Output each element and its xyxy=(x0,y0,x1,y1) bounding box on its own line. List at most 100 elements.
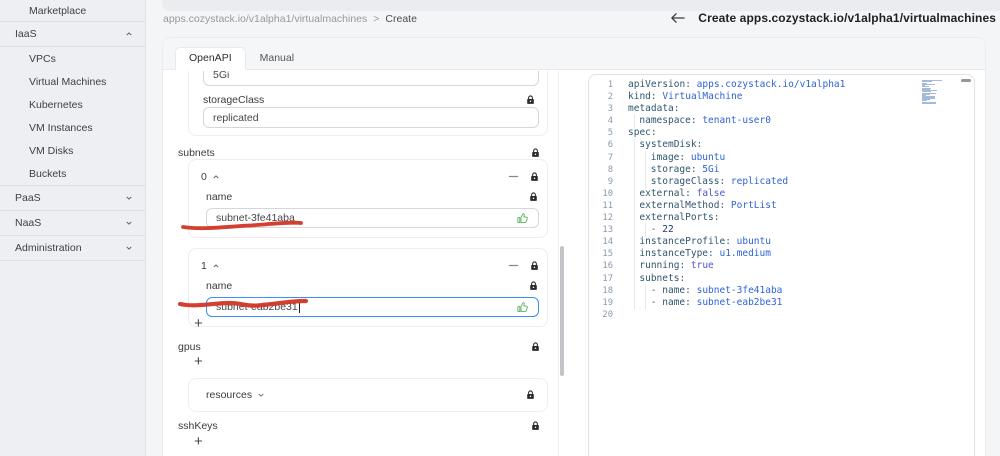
sidebar-item-buckets[interactable]: Buckets xyxy=(0,162,145,185)
sidebar-item-label: VM Instances xyxy=(29,121,93,134)
sidebar-item-vm-disks[interactable]: VM Disks xyxy=(0,139,145,162)
remove-item-button[interactable] xyxy=(508,260,519,271)
code-line: 12 externalPorts: xyxy=(589,211,974,226)
resources-label: resources xyxy=(206,389,253,401)
resources-collapsed-card[interactable]: resources xyxy=(188,378,548,412)
sidebar-item-label: VPCs xyxy=(29,52,56,65)
chevron-down-icon xyxy=(125,244,133,252)
breadcrumb-current: Create xyxy=(385,13,417,25)
subnet-item-index: 0 xyxy=(201,170,207,183)
sidebar-item-label: Kubernetes xyxy=(29,98,83,111)
code-line: 10 external: false xyxy=(589,186,974,201)
lock-icon[interactable] xyxy=(531,421,540,431)
storage-class-input[interactable]: replicated xyxy=(203,107,539,128)
add-subnet-button[interactable]: + xyxy=(194,316,203,331)
openapi-form-panel: 5Gi storageClass replicated subnets 0 na… xyxy=(163,71,559,456)
code-line: 6 systemDisk: xyxy=(589,138,974,153)
chevron-down-icon xyxy=(257,391,265,399)
tab-openapi[interactable]: OpenAPI xyxy=(175,47,246,70)
subnet-name-label: name xyxy=(206,191,233,203)
code-line: 16 running: true xyxy=(589,259,974,274)
sidebar-item-label: Buckets xyxy=(29,167,67,180)
sshkeys-label: sshKeys xyxy=(178,420,218,432)
storage-input[interactable]: 5Gi xyxy=(203,71,539,86)
editor-minimap xyxy=(922,80,948,105)
code-line: 18- name: subnet-3fe41aba xyxy=(589,283,974,298)
gpus-label: gpus xyxy=(178,341,201,353)
subnet-name-label: name xyxy=(206,280,233,292)
lock-icon[interactable] xyxy=(531,148,540,158)
sshkeys-section-header: sshKeys xyxy=(178,420,540,432)
chevron-up-icon xyxy=(212,262,220,270)
back-arrow-icon[interactable] xyxy=(670,12,686,24)
code-line: 8 storage: 5Gi xyxy=(589,162,974,177)
sidebar-item-label: Marketplace xyxy=(29,4,87,17)
code-lines: 1 apiVersion: apps.cozystack.io/v1alpha1 2… xyxy=(589,79,974,321)
subnet-item-card: 1 name subnet-eab2be31 xyxy=(188,248,548,327)
subnet-item-header[interactable]: 1 xyxy=(201,258,539,273)
add-gpu-button[interactable]: + xyxy=(194,354,203,369)
code-line: 14 instanceProfile: ubuntu xyxy=(589,235,974,250)
sidebar-item-vpcs[interactable]: VPCs xyxy=(0,47,145,70)
form-scrollbar-thumb[interactable] xyxy=(560,246,564,376)
chevron-down-icon xyxy=(125,219,133,227)
remove-item-button[interactable] xyxy=(508,171,519,182)
sidebar-item-label: Virtual Machines xyxy=(29,75,107,88)
sidebar-item-iaas[interactable]: IaaS xyxy=(0,22,145,46)
subnet-item-index: 1 xyxy=(201,259,207,272)
subnets-label: subnets xyxy=(178,147,215,159)
top-toolbar-remnant xyxy=(162,0,1000,11)
storage-class-label: storageClass xyxy=(203,94,265,106)
sidebar: Marketplace IaaS VPCs Virtual Machines Kuber… xyxy=(0,0,146,456)
sidebar-nav: Marketplace IaaS VPCs Virtual Machines Kuber… xyxy=(0,0,145,261)
code-line: 3 metadata: xyxy=(607,103,680,115)
code-line: 4 namespace: tenant-user0 xyxy=(589,114,974,129)
panels: 5Gi storageClass replicated subnets 0 na… xyxy=(163,71,985,456)
chevron-up-icon xyxy=(125,30,133,38)
add-sshkey-button[interactable]: + xyxy=(194,434,203,449)
text-cursor xyxy=(298,301,300,313)
thumbs-up-icon xyxy=(516,212,529,225)
sidebar-item-label: Administration xyxy=(15,242,82,254)
sidebar-item-paas[interactable]: PaaS xyxy=(0,186,145,210)
sidebar-item-naas[interactable]: NaaS xyxy=(0,211,145,235)
subnet-item-card: 0 name subnet-3fe41aba xyxy=(188,159,548,238)
subnet-name-input[interactable]: subnet-eab2be31 xyxy=(206,297,539,317)
code-line: 9 storageClass: replicated xyxy=(589,174,974,189)
lock-icon[interactable] xyxy=(526,95,535,105)
chevron-down-icon xyxy=(125,194,133,202)
code-line: 19- name: subnet-eab2be31 xyxy=(589,295,974,310)
lock-icon[interactable] xyxy=(529,281,538,291)
subnets-section-header: subnets xyxy=(178,147,540,159)
thumbs-up-icon xyxy=(516,301,529,314)
input-value: subnet-eab2be31 xyxy=(216,301,298,313)
breadcrumb-resource-link[interactable]: apps.cozystack.io/v1alpha1/virtualmachin… xyxy=(163,13,367,25)
code-line: 2 kind: VirtualMachine xyxy=(607,91,743,103)
lock-icon[interactable] xyxy=(530,260,539,271)
subnet-item-header[interactable]: 0 xyxy=(201,169,539,184)
lock-icon[interactable] xyxy=(531,342,540,352)
input-value: subnet-3fe41aba xyxy=(216,212,295,224)
sidebar-item-vm-instances[interactable]: VM Instances xyxy=(0,116,145,139)
input-value: 5Gi xyxy=(213,71,230,81)
page-header: Create apps.cozystack.io/v1alpha1/virtua… xyxy=(670,11,996,25)
sidebar-item-label: IaaS xyxy=(15,28,37,40)
sidebar-divider xyxy=(0,260,145,261)
input-value: replicated xyxy=(213,111,259,124)
yaml-editor[interactable]: 1 apiVersion: apps.cozystack.io/v1alpha1 2… xyxy=(588,74,975,456)
lock-icon[interactable] xyxy=(529,192,538,202)
sidebar-item-label: PaaS xyxy=(15,192,41,204)
lock-icon[interactable] xyxy=(526,390,535,400)
subnet-name-input[interactable]: subnet-3fe41aba xyxy=(206,208,539,228)
sidebar-item-marketplace[interactable]: Marketplace xyxy=(0,0,145,21)
chevron-up-icon xyxy=(212,173,220,181)
code-line: 1 apiVersion: apps.cozystack.io/v1alpha1 xyxy=(607,79,846,90)
sidebar-item-kubernetes[interactable]: Kubernetes xyxy=(0,93,145,116)
tab-manual[interactable]: Manual xyxy=(246,47,308,70)
tabs-bar: OpenAPI Manual xyxy=(163,38,985,70)
sidebar-item-administration[interactable]: Administration xyxy=(0,236,145,260)
page-title: Create apps.cozystack.io/v1alpha1/virtua… xyxy=(698,11,996,25)
editor-scrollbar-handle[interactable] xyxy=(961,79,971,82)
lock-icon[interactable] xyxy=(530,171,539,182)
sidebar-item-virtual-machines[interactable]: Virtual Machines xyxy=(0,70,145,93)
